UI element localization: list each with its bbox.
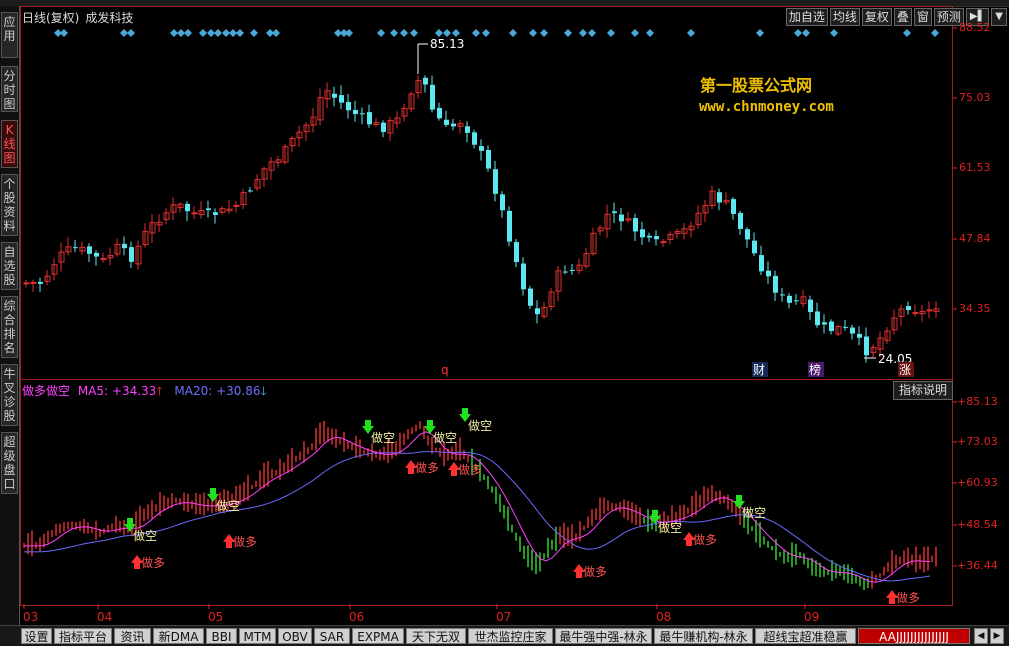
overlay-button[interactable]: 叠 [893,8,912,26]
price-axis-label: 34.35 [959,302,991,315]
tab-settings[interactable]: 设置 [21,628,52,644]
date-axis-label: 05 [208,610,224,624]
price-axis-label: 88.52 [959,21,991,34]
sidebar-item-diagnosis[interactable]: 牛叉诊股 [1,364,18,426]
add-watchlist-button[interactable]: 加自选 [785,8,828,26]
indicator-name[interactable]: 做多做空 [22,384,70,398]
indicator-header: 做多做空 MA5: +34.33🡑 MA20: +30.86🡓 [22,382,267,403]
indicator-axis-label: +60.93 [957,476,998,489]
tab-shijie-monitor[interactable]: 世杰监控庄家 [468,628,553,644]
sidebar-item-intraday[interactable]: 分时图 [1,66,18,112]
tab-mtm[interactable]: MTM [239,628,276,644]
indicator-axis-label: +48.54 [957,518,998,531]
stock-name: 成发科技 [85,11,134,25]
app-window: 应用 分时图 K线图 个股资料 自选股 综合排名 牛叉诊股 超级盘口 日线(复权… [0,0,1009,646]
window-button[interactable]: 窗 [913,8,932,26]
ma5-value: MA5: +34.33 [77,384,157,398]
tab-institution[interactable]: 最牛赚机构-林永 [654,628,753,644]
bottom-tab-bar: 设置 指标平台 资讯 新DMA BBI MTM OBV SAR EXPMA 天下… [0,625,1009,646]
watermark-logo-title: 第一股票公式网 [700,76,813,95]
tab-tianxiawushuang[interactable]: 天下无双 [406,628,466,644]
date-axis-label: 07 [496,610,512,624]
chart-frame [20,6,953,606]
panel-divider[interactable] [20,379,953,380]
indicator-axis-label: +36.44 [957,559,998,572]
indicator-axis-label: +85.13 [957,395,998,408]
indicator-help-button[interactable]: 指标说明 [893,381,953,400]
sidebar-item-order-book[interactable]: 超级盘口 [1,432,18,494]
tab-obv[interactable]: OBV [278,628,312,644]
indicator-axis-label: +73.03 [957,435,998,448]
watermark-logo-url: www.chnmoney.com [699,99,834,115]
sidebar-item-kline[interactable]: K线图 [1,120,18,168]
ma20-value: MA20: +30.86 [174,384,261,398]
tab-bbi[interactable]: BBI [206,628,237,644]
tab-sar[interactable]: SAR [314,628,350,644]
price-axis-label: 75.03 [959,91,991,104]
tab-news[interactable]: 资讯 [114,628,151,644]
moving-average-button[interactable]: 均线 [829,8,860,26]
tab-dma[interactable]: 新DMA [153,628,204,644]
tab-strongest[interactable]: 最牛强中强-林永 [555,628,652,644]
date-axis-label: 08 [656,610,672,624]
left-sidebar: 应用 分时图 K线图 个股资料 自选股 综合排名 牛叉诊股 超级盘口 [0,6,20,625]
sidebar-item-ranking[interactable]: 综合排名 [1,296,18,358]
main-chart-header: 日线(复权) 成发科技 [22,9,139,26]
price-axis-label: 47.84 [959,232,991,245]
sidebar-item-watchlist[interactable]: 自选股 [1,242,18,290]
date-axis-label: 03 [23,610,39,624]
dropdown-icon[interactable]: ▼ [991,8,1007,26]
tab-indicator-platform[interactable]: 指标平台 [54,628,112,644]
tab-scroll-right-icon[interactable]: ▶ [990,628,1004,644]
adjust-button[interactable]: 复权 [861,8,892,26]
tab-aajj[interactable]: AAJJJJJJJJJJJJJJJ [858,628,970,644]
price-axis-label: 61.53 [959,161,991,174]
tab-scroll-left-icon[interactable]: ◀ [974,628,988,644]
date-axis-label: 04 [97,610,113,624]
sidebar-item-stock-info[interactable]: 个股资料 [1,174,18,236]
tab-super-line[interactable]: 超线宝超准稳赢 [755,628,856,644]
date-axis-label: 09 [804,610,820,624]
up-arrow-icon: 🡑 [156,384,163,398]
period-label[interactable]: 日线(复权) [22,11,79,25]
sidebar-item-apps[interactable]: 应用 [1,12,18,58]
date-axis-label: 06 [349,610,365,624]
tab-expma[interactable]: EXPMA [352,628,404,644]
down-arrow-icon: 🡓 [260,384,267,398]
